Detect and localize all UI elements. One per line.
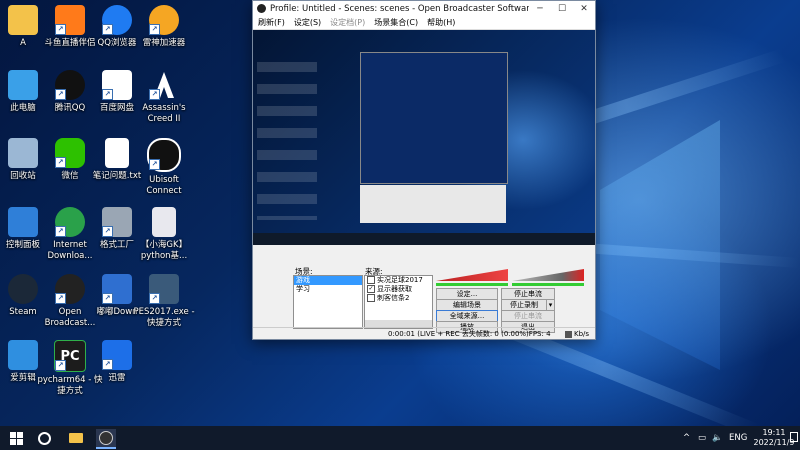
obs-menubar: 刷新(F) 设定(S) 设定档(P) 场景集合(C) 帮助(H) (253, 16, 595, 30)
wechat-icon: ↗ (55, 138, 85, 168)
menu-help[interactable]: 帮助(H) (427, 17, 455, 28)
taskbar-file-explorer[interactable] (66, 429, 86, 447)
notification-icon[interactable] (790, 432, 798, 442)
qq-penguin-icon: ↗ (55, 70, 85, 100)
folder-icon (8, 5, 38, 35)
search-circle-icon (37, 431, 51, 445)
windows-logo-icon (9, 431, 23, 445)
douyu-icon: ↗ (55, 5, 85, 35)
source-checkbox-checked[interactable]: ✓ (367, 285, 375, 293)
obs-window-title: Profile: Untitled - Scenes: scenes - Ope… (270, 3, 529, 14)
desktop-icon-pes2017[interactable]: ↗ PES2017.exe - 快捷方式 (131, 274, 197, 329)
search-button[interactable] (34, 429, 54, 447)
recycle-bin-icon (8, 138, 38, 168)
leishen-icon: ↗ (149, 5, 179, 35)
menu-profile[interactable]: 设定档(P) (330, 17, 365, 28)
desktop-icon-leishen[interactable]: ↗ 雷神加速器 (131, 5, 197, 49)
pes2017-icon: ↗ (149, 274, 179, 304)
minimize-button[interactable]: ─ (529, 1, 551, 16)
baidu-netdisk-icon: ↗ (102, 70, 132, 100)
source-item[interactable]: ✓ 显示器获取 (365, 285, 432, 294)
maximize-button[interactable]: ☐ (551, 1, 573, 16)
desktop-icon-label: Assassin's Creed II (142, 103, 186, 124)
video-editor-icon (8, 340, 38, 370)
sources-list[interactable]: 实况足球2017 ✓ 显示器获取 刺客信条2 (364, 275, 433, 329)
format-factory-icon: ↗ (102, 207, 132, 237)
pycharm-icon: PC ↗ (54, 340, 86, 372)
kbps-indicator (565, 331, 572, 338)
preview-taskbar (253, 233, 595, 245)
folder-icon (69, 433, 83, 443)
menu-refresh[interactable]: 刷新(F) (258, 17, 285, 28)
scene-item-study[interactable]: 学习 (294, 285, 362, 294)
desktop-icon-xunlei[interactable]: ↗ 迅雷 (84, 340, 150, 384)
steam-icon (8, 274, 38, 304)
chevron-up-icon: ^ (683, 433, 691, 443)
start-button[interactable] (6, 429, 26, 447)
dudu-down-icon: ↗ (102, 274, 132, 304)
obs-icon (99, 431, 113, 445)
idm-globe-icon: ↗ (55, 207, 85, 237)
desktop-level-bar (512, 283, 584, 286)
obs-titlebar[interactable]: Profile: Untitled - Scenes: scenes - Ope… (253, 1, 595, 16)
mic-volume-meter[interactable] (436, 269, 508, 281)
desktop-icon-ubisoft[interactable]: ↗ Ubisoft Connect (131, 138, 197, 197)
taskbar: ^ ▭ 🔈 ENG 19:11 2022/11/9 (0, 426, 800, 450)
menu-settings[interactable]: 设定(S) (294, 17, 321, 28)
preview-nested-obs (360, 52, 508, 184)
clock-date: 2022/11/9 (753, 438, 795, 447)
obs-app-icon (257, 4, 266, 13)
preview-nested-obs-panel (360, 185, 506, 223)
source-item[interactable]: 实况足球2017 (365, 276, 432, 285)
desktop-icon-assassins-creed[interactable]: ↗ Assassin's Creed II (131, 70, 197, 125)
obs-window: Profile: Untitled - Scenes: scenes - Ope… (252, 0, 596, 340)
language-indicator[interactable]: ENG (729, 426, 747, 450)
source-item[interactable]: 刺客信条2 (365, 294, 432, 303)
source-label: 显示器获取 (377, 285, 412, 293)
desktop-icon-label: PES2017.exe - 快捷方式 (133, 307, 195, 328)
taskbar-obs[interactable] (96, 429, 116, 449)
control-panel-icon (8, 207, 38, 237)
clock-time: 19:11 (762, 428, 786, 437)
source-label: 刺客信条2 (377, 294, 410, 302)
menu-scene-collection[interactable]: 场景集合(C) (374, 17, 418, 28)
desktop-icon-label: Ubisoft Connect (146, 175, 182, 196)
volume-icon[interactable]: 🔈 (712, 426, 723, 450)
computer-icon (8, 70, 38, 100)
obs-preview (253, 30, 595, 245)
desktop-icon-python-doc[interactable]: 【小海GK】python基... (131, 207, 197, 262)
desktop-icon-label: 【小海GK】python基... (140, 240, 188, 261)
obs-icon: ↗ (55, 274, 85, 304)
network-icon[interactable]: ▭ (698, 426, 706, 450)
wallpaper-window-shape (600, 120, 720, 370)
ubisoft-icon: ↗ (147, 138, 181, 172)
scene-item-game[interactable]: 游戏 (294, 276, 362, 285)
source-checkbox[interactable] (367, 276, 375, 284)
stream-status-text: 0:00:01 (LIVE + REC 丢失帧数: 0 (0.00%)FPS: … (388, 330, 551, 338)
close-button[interactable]: ✕ (573, 1, 595, 16)
desktop-volume-meter[interactable] (512, 269, 584, 281)
source-label: 实况足球2017 (377, 276, 423, 284)
assassins-creed-icon: ↗ (149, 70, 179, 100)
desktop-icon-label: 雷神加速器 (142, 38, 186, 48)
preview-icons (257, 50, 317, 220)
text-file-icon (105, 138, 129, 168)
source-checkbox[interactable] (367, 294, 375, 302)
kbps-text: Kb/s (574, 330, 590, 338)
mic-level-bar (436, 283, 508, 286)
xunlei-bird-icon: ↗ (102, 340, 132, 370)
tray-overflow-button[interactable]: ^ (683, 426, 690, 450)
scenes-list[interactable]: 游戏 学习 (293, 275, 363, 329)
obs-status-bar: 0:00:01 (LIVE + REC 丢失帧数: 0 (0.00%)FPS: … (253, 327, 595, 340)
document-icon (152, 207, 176, 237)
desktop-icon-label: 迅雷 (108, 373, 126, 383)
qq-browser-icon: ↗ (102, 5, 132, 35)
